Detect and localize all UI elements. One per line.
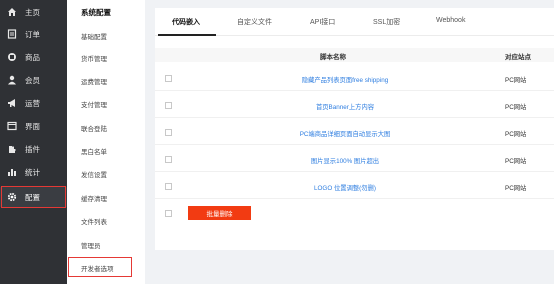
row-checkbox[interactable] [165, 75, 172, 82]
nav-item-orders[interactable]: 订单 [0, 24, 67, 44]
nav-item-operations[interactable]: 运营 [0, 93, 67, 113]
nav-item-members[interactable]: 会员 [0, 70, 67, 90]
nav-item-label: 商品 [25, 52, 40, 62]
nav-item-interface[interactable]: 界面 [0, 116, 67, 136]
home-icon [7, 7, 17, 17]
column-header-name: 脚本名称 [320, 54, 346, 61]
table-row: LOGO 位置调整(勿删) PC网站 [155, 175, 554, 199]
plugin-icon [7, 144, 17, 154]
sub-item-mail[interactable]: 发信设置 [81, 169, 107, 179]
script-name-link[interactable]: LOGO 位置调整(勿删) [195, 183, 495, 192]
select-all-checkbox[interactable] [165, 210, 172, 217]
tab-code-embed[interactable]: 代码嵌入 [172, 17, 200, 27]
sub-nav-title: 系统配置 [81, 8, 111, 17]
batch-delete-button[interactable]: 批量删除 [188, 206, 251, 220]
sub-item-basic-config[interactable]: 基础配置 [81, 31, 107, 41]
sub-item-login[interactable]: 联合登陆 [81, 123, 107, 133]
table-header: 脚本名称 对应站点 [155, 48, 554, 62]
nav-item-label: 订单 [25, 29, 40, 39]
script-site: PC网站 [505, 104, 527, 111]
nav-item-goods[interactable]: 商品 [0, 47, 67, 67]
tab-bar: 代码嵌入 自定义文件 API接口 SSL加密 Webhook [155, 8, 554, 36]
chart-icon [7, 167, 17, 177]
sub-item-cache[interactable]: 缓存清理 [81, 193, 107, 203]
sub-item-developer[interactable]: 开发者选项 [81, 263, 114, 273]
table-row: 图片显示100% 图片超出 PC网站 [155, 148, 554, 172]
table-row: 隐藏产品列表页面free shipping PC网站 [155, 67, 554, 91]
script-site: PC网站 [505, 158, 527, 165]
megaphone-icon [7, 98, 17, 108]
nav-item-settings[interactable]: 配置 [0, 187, 67, 207]
tab-ssl[interactable]: SSL加密 [373, 17, 400, 27]
layout-icon [7, 121, 17, 131]
nav-item-label: 主页 [25, 7, 40, 17]
row-checkbox[interactable] [165, 156, 172, 163]
nav-item-label: 插件 [25, 144, 40, 154]
row-checkbox[interactable] [165, 183, 172, 190]
tab-api[interactable]: API接口 [310, 17, 335, 27]
main-nav: 主页 订单 商品 会员 运营 界面 插件 统计 配置 [0, 0, 67, 284]
main-content: 代码嵌入 自定义文件 API接口 SSL加密 Webhook 脚本名称 对应站点… [145, 0, 554, 284]
table-footer: 批量删除 [155, 206, 554, 226]
sub-item-blacklist[interactable]: 黑白名单 [81, 146, 107, 156]
column-header-site: 对应站点 [505, 54, 531, 61]
content-panel: 代码嵌入 自定义文件 API接口 SSL加密 Webhook 脚本名称 对应站点… [155, 8, 554, 250]
script-site: PC网站 [505, 131, 527, 138]
tab-webhook[interactable]: Webhook [436, 17, 465, 24]
goods-icon [7, 52, 17, 62]
nav-item-label: 会员 [25, 75, 40, 85]
member-icon [7, 75, 17, 85]
sub-nav: 系统配置 基础配置 货币管理 运费管理 支付管理 联合登陆 黑白名单 发信设置 … [67, 0, 145, 284]
nav-item-statistics[interactable]: 统计 [0, 162, 67, 182]
script-site: PC网站 [505, 77, 527, 84]
table-row: PC端商品详细页面自动显示大图 PC网站 [155, 121, 554, 145]
sub-item-shipping[interactable]: 运费管理 [81, 76, 107, 86]
row-checkbox[interactable] [165, 129, 172, 136]
nav-item-plugins[interactable]: 插件 [0, 139, 67, 159]
sub-item-currency[interactable]: 货币管理 [81, 53, 107, 63]
nav-item-label: 界面 [25, 121, 40, 131]
sub-item-files[interactable]: 文件列表 [81, 216, 107, 226]
nav-item-label: 运营 [25, 98, 40, 108]
nav-item-label: 配置 [25, 192, 40, 202]
table-row: 首页Banner上方内容 PC网站 [155, 94, 554, 118]
nav-item-label: 统计 [25, 167, 40, 177]
script-site: PC网站 [505, 185, 527, 192]
sub-item-admin[interactable]: 管理员 [81, 240, 101, 250]
gear-icon [7, 192, 17, 202]
order-icon [7, 29, 17, 39]
active-tab-indicator [158, 34, 216, 36]
tab-custom-files[interactable]: 自定义文件 [237, 17, 272, 27]
row-checkbox[interactable] [165, 102, 172, 109]
nav-item-home[interactable]: 主页 [0, 2, 67, 22]
script-name-link[interactable]: 首页Banner上方内容 [195, 102, 495, 111]
script-name-link[interactable]: 隐藏产品列表页面free shipping [195, 75, 495, 84]
script-name-link[interactable]: 图片显示100% 图片超出 [195, 156, 495, 165]
script-name-link[interactable]: PC端商品详细页面自动显示大图 [195, 129, 495, 138]
sub-item-payment[interactable]: 支付管理 [81, 99, 107, 109]
